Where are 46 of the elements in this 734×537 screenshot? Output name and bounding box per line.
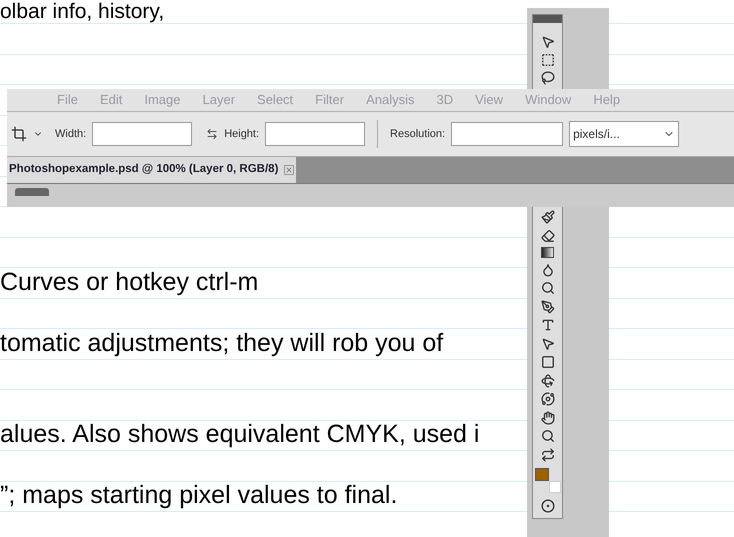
menu-item[interactable]: Select — [257, 90, 294, 110]
menu-item[interactable]: Window — [525, 90, 572, 110]
menu-item[interactable]: 3D — [436, 90, 454, 110]
quick-mask-icon[interactable] — [540, 498, 554, 512]
field-label: Width: — [55, 126, 86, 142]
swap-colors-icon[interactable] — [540, 448, 554, 462]
width-field[interactable] — [92, 122, 192, 146]
menu-item[interactable]: Layer — [202, 90, 236, 110]
swap-icon[interactable] — [206, 128, 218, 140]
note-text: Curves or hotkey ctrl-m — [0, 270, 258, 294]
orbit-icon[interactable] — [540, 392, 554, 406]
field-label: Height: — [224, 126, 260, 142]
hand-icon[interactable] — [540, 410, 554, 424]
lasso-icon[interactable] — [540, 71, 554, 85]
color-swatch[interactable] — [534, 468, 548, 481]
menu-item[interactable]: Edit — [100, 90, 122, 110]
gradient-icon[interactable] — [541, 247, 554, 258]
note-text: olbar info, history, — [0, 1, 164, 22]
type-icon[interactable] — [540, 318, 554, 332]
dashed-square-icon[interactable] — [540, 53, 554, 67]
rectangle-icon[interactable] — [540, 355, 554, 369]
panel-header — [533, 15, 562, 23]
tab-title: Photoshopexample.psd @ 100% (Layer 0, RGB/8) — [9, 162, 278, 178]
note-text: ”; maps starting pixel values to final. — [0, 483, 398, 508]
rotate-3d-icon[interactable] — [540, 374, 554, 388]
menu-item[interactable]: File — [57, 90, 78, 110]
menu-item[interactable]: Filter — [315, 90, 344, 110]
brush-icon[interactable] — [540, 210, 554, 224]
unit-dropdown[interactable]: pixels/i... — [569, 121, 680, 147]
menu-item[interactable]: Analysis — [366, 90, 414, 110]
close-icon[interactable] — [284, 165, 294, 175]
eraser-icon[interactable] — [540, 228, 554, 242]
note-text: alues. Also shows equivalent CMYK, used i — [0, 422, 480, 447]
height-field[interactable] — [265, 122, 366, 146]
droplet-icon[interactable] — [540, 262, 554, 276]
pen-icon[interactable] — [540, 300, 554, 314]
resolution-field[interactable] — [451, 122, 564, 146]
menu-item[interactable]: View — [475, 90, 504, 110]
menu-item[interactable]: Image — [144, 90, 180, 110]
pointer-icon[interactable] — [540, 336, 554, 350]
menu-item[interactable]: Help — [593, 90, 620, 110]
zoom-icon[interactable] — [540, 429, 554, 443]
note-text: tomatic adjustments; they will rob you of — [0, 330, 444, 356]
field-label: Resolution: — [390, 126, 446, 142]
document-tab[interactable]: Photoshopexample.psd @ 100% (Layer 0, RGB/8) — [7, 157, 296, 183]
crop-icon[interactable] — [11, 126, 27, 142]
